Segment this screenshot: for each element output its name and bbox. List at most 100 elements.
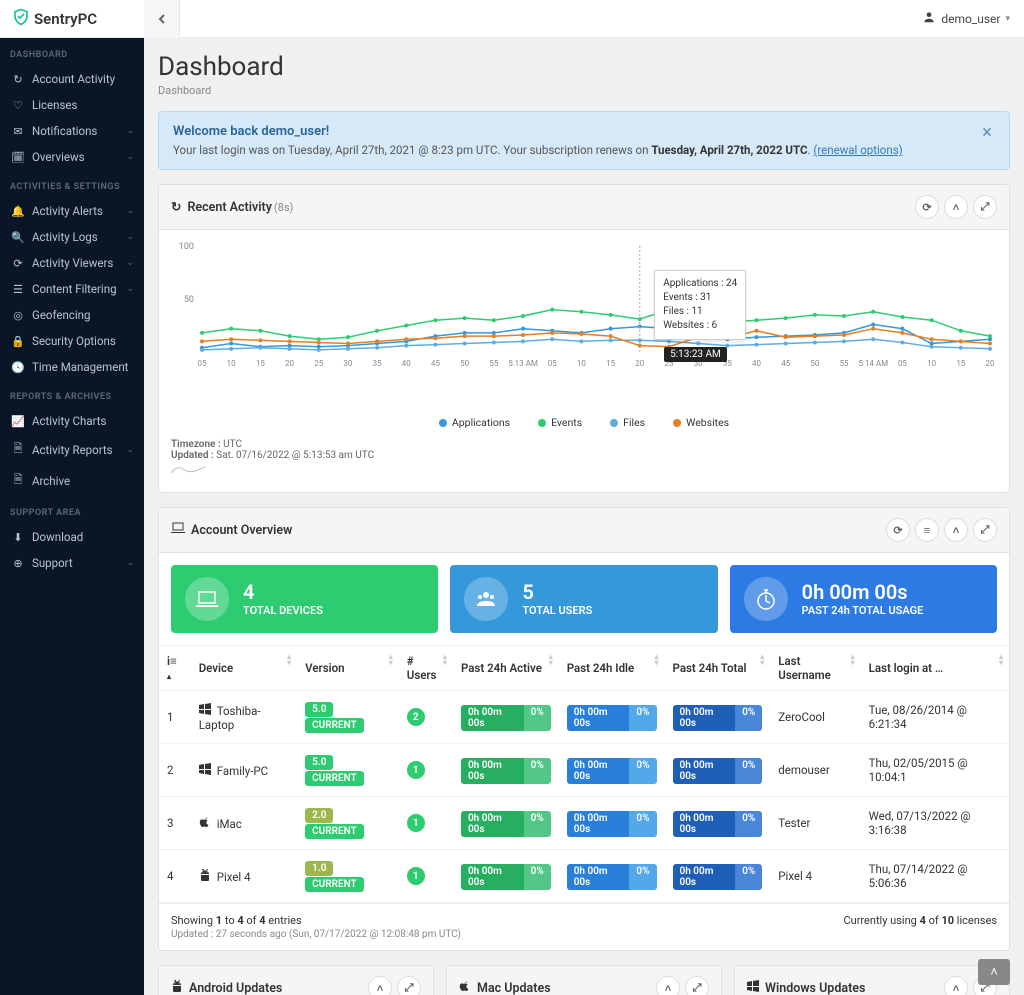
- chevron-down-icon: ⌄: [126, 284, 134, 294]
- collapse-button[interactable]: ˄: [944, 195, 968, 219]
- svg-text:05: 05: [898, 359, 907, 368]
- svg-text:35: 35: [373, 359, 382, 368]
- svg-text:20: 20: [285, 359, 294, 368]
- expand-button[interactable]: ⤢: [685, 976, 709, 995]
- sidebar-item-support[interactable]: ⊕Support⌄: [0, 550, 144, 576]
- table-header[interactable]: Past 24h Total▴▾: [665, 646, 771, 691]
- stat-users: 5TOTAL USERS: [450, 565, 717, 633]
- legend-item[interactable]: Applications: [439, 416, 510, 429]
- table-header[interactable]: Version▴▾: [297, 646, 399, 691]
- sidebar-item-licenses[interactable]: ♡Licenses: [0, 92, 144, 118]
- svg-text:25: 25: [314, 359, 323, 368]
- menu-icon: ☰: [10, 283, 26, 296]
- list-button[interactable]: ≡: [915, 518, 939, 542]
- stat-usage: 0h 00m 00sPAST 24h TOTAL USAGE: [730, 565, 997, 633]
- sort-icon: i≡ ▴: [167, 654, 177, 682]
- sort-icon: ▴▾: [287, 654, 291, 667]
- menu-icon: 🗎: [10, 471, 26, 490]
- menu-icon: 📈: [10, 415, 26, 428]
- sidebar-item-activity-viewers[interactable]: ⟳Activity Viewers⌄: [0, 250, 144, 276]
- collapse-button[interactable]: ˄: [944, 976, 968, 995]
- table-header[interactable]: Last Username▴▾: [770, 646, 860, 691]
- chevron-down-icon: ▾: [1005, 14, 1010, 24]
- expand-button[interactable]: ⤢: [973, 195, 997, 219]
- brand-logo[interactable]: SentryPC: [0, 8, 144, 30]
- sidebar-item-label: Activity Viewers: [32, 256, 113, 270]
- close-icon[interactable]: ×: [977, 122, 997, 142]
- sidebar-collapse-button[interactable]: [144, 0, 180, 38]
- table-header[interactable]: Past 24h Active▴▾: [453, 646, 559, 691]
- sidebar-item-time-management[interactable]: 🕓Time Management: [0, 354, 144, 380]
- sidebar-section-title: DASHBOARD: [0, 38, 144, 66]
- sidebar-item-activity-alerts[interactable]: 🔔Activity Alerts⌄: [0, 198, 144, 224]
- scroll-top-button[interactable]: ˄: [978, 959, 1010, 985]
- sidebar-item-overviews[interactable]: 🗓 Overviews ⌄: [0, 144, 144, 170]
- collapse-button[interactable]: ˄: [944, 518, 968, 542]
- sidebar-item-label: Overviews: [32, 150, 85, 164]
- refresh-button[interactable]: ⟳: [886, 518, 910, 542]
- svg-text:40: 40: [752, 359, 761, 368]
- sidebar-item-label: Activity Logs: [32, 230, 98, 244]
- sidebar-item-notifications[interactable]: ✉Notifications⌄: [0, 118, 144, 144]
- sidebar-item-content-filtering[interactable]: ☰ Content Filtering ⌄: [0, 276, 144, 302]
- sidebar-item-label: Security Options: [32, 334, 116, 348]
- sidebar-item-archive[interactable]: 🗎 Archive: [0, 465, 144, 496]
- legend-item[interactable]: Files: [610, 416, 645, 429]
- platform-icon: [199, 816, 213, 831]
- table-header[interactable]: Past 24h Idle▴▾: [559, 646, 665, 691]
- expand-button[interactable]: ⤢: [397, 976, 421, 995]
- legend-item[interactable]: Events: [538, 416, 582, 429]
- svg-text:100: 100: [179, 242, 194, 252]
- table-header[interactable]: Last login at …▴▾: [861, 646, 1009, 691]
- user-menu[interactable]: demo_user ▾: [908, 10, 1024, 27]
- sort-icon: ▴▾: [389, 654, 393, 667]
- sidebar-item-label: Archive: [32, 474, 70, 488]
- svg-text:50: 50: [810, 359, 819, 368]
- sidebar-item-activity-logs[interactable]: 🔍Activity Logs⌄: [0, 224, 144, 250]
- chevron-down-icon: ⌄: [126, 206, 134, 216]
- collapse-button[interactable]: ˄: [656, 976, 680, 995]
- account-overview-card: Account Overview ⟳ ≡ ˄ ⤢ 4TOTAL DEVICES: [158, 507, 1010, 951]
- chevron-down-icon: ⌄: [126, 126, 134, 136]
- devices-table: i≡ ▴ Device▴▾Version▴▾# Users▴▾Past 24h A…: [159, 645, 1009, 903]
- sidebar-item-download[interactable]: ⬇Download: [0, 524, 144, 550]
- table-row[interactable]: 3 iMac 2.0 CURRENT 1 0h 00m 00s0% 0h 00m…: [159, 797, 1009, 850]
- sidebar-item-label: Content Filtering: [32, 282, 117, 296]
- svg-text:50: 50: [184, 295, 194, 305]
- table-header[interactable]: Device▴▾: [191, 646, 297, 691]
- legend-dot: [439, 419, 447, 427]
- chevron-down-icon: ⌄: [126, 258, 134, 268]
- sparkline-icon: [171, 463, 997, 480]
- svg-text:10: 10: [227, 359, 236, 368]
- table-row[interactable]: 4 Pixel 4 1.0 CURRENT 1 0h 00m 00s0% 0h …: [159, 850, 1009, 903]
- sidebar-item-geofencing[interactable]: ◎Geofencing: [0, 302, 144, 328]
- menu-icon: 🔔: [10, 205, 26, 218]
- activity-chart: 5010005101520253035404550555:13 AM051015…: [171, 242, 997, 412]
- sidebar-item-label: Activity Reports: [32, 443, 113, 457]
- sidebar-section-title: SUPPORT AREA: [0, 496, 144, 524]
- table-row[interactable]: 2 Family-PC 5.0 CURRENT 1 0h 00m 00s0% 0…: [159, 744, 1009, 797]
- sidebar-item-activity-reports[interactable]: 🗎Activity Reports⌄: [0, 434, 144, 465]
- expand-button[interactable]: ⤢: [973, 518, 997, 542]
- svg-text:40: 40: [402, 359, 411, 368]
- platform-icon: [171, 980, 183, 995]
- sidebar-item-account-activity[interactable]: ↻Account Activity: [0, 66, 144, 92]
- svg-text:5:13 AM: 5:13 AM: [508, 359, 538, 368]
- refresh-button[interactable]: ⟳: [915, 195, 939, 219]
- table-header[interactable]: i≡ ▴: [159, 646, 191, 691]
- renewal-options-link[interactable]: (renewal options): [813, 143, 902, 157]
- table-header[interactable]: # Users▴▾: [399, 646, 453, 691]
- sidebar-item-security-options[interactable]: 🔒Security Options: [0, 328, 144, 354]
- sidebar-item-activity-charts[interactable]: 📈 Activity Charts: [0, 408, 144, 434]
- sidebar-item-label: Account Activity: [32, 72, 115, 86]
- svg-text:5:14 AM: 5:14 AM: [858, 359, 888, 368]
- svg-text:30: 30: [343, 359, 352, 368]
- table-row[interactable]: 1 Toshiba-Laptop 5.0 CURRENT 2 0h 00m 00…: [159, 691, 1009, 744]
- svg-text:15: 15: [956, 359, 965, 368]
- chart-tooltip: Applications : 24 Events : 31 Files : 11…: [654, 270, 746, 340]
- menu-icon: 🗓: [10, 151, 26, 164]
- legend-item[interactable]: Websites: [673, 416, 729, 429]
- sidebar-item-label: Activity Charts: [32, 414, 106, 428]
- chevron-down-icon: ⌄: [126, 152, 134, 162]
- collapse-button[interactable]: ˄: [368, 976, 392, 995]
